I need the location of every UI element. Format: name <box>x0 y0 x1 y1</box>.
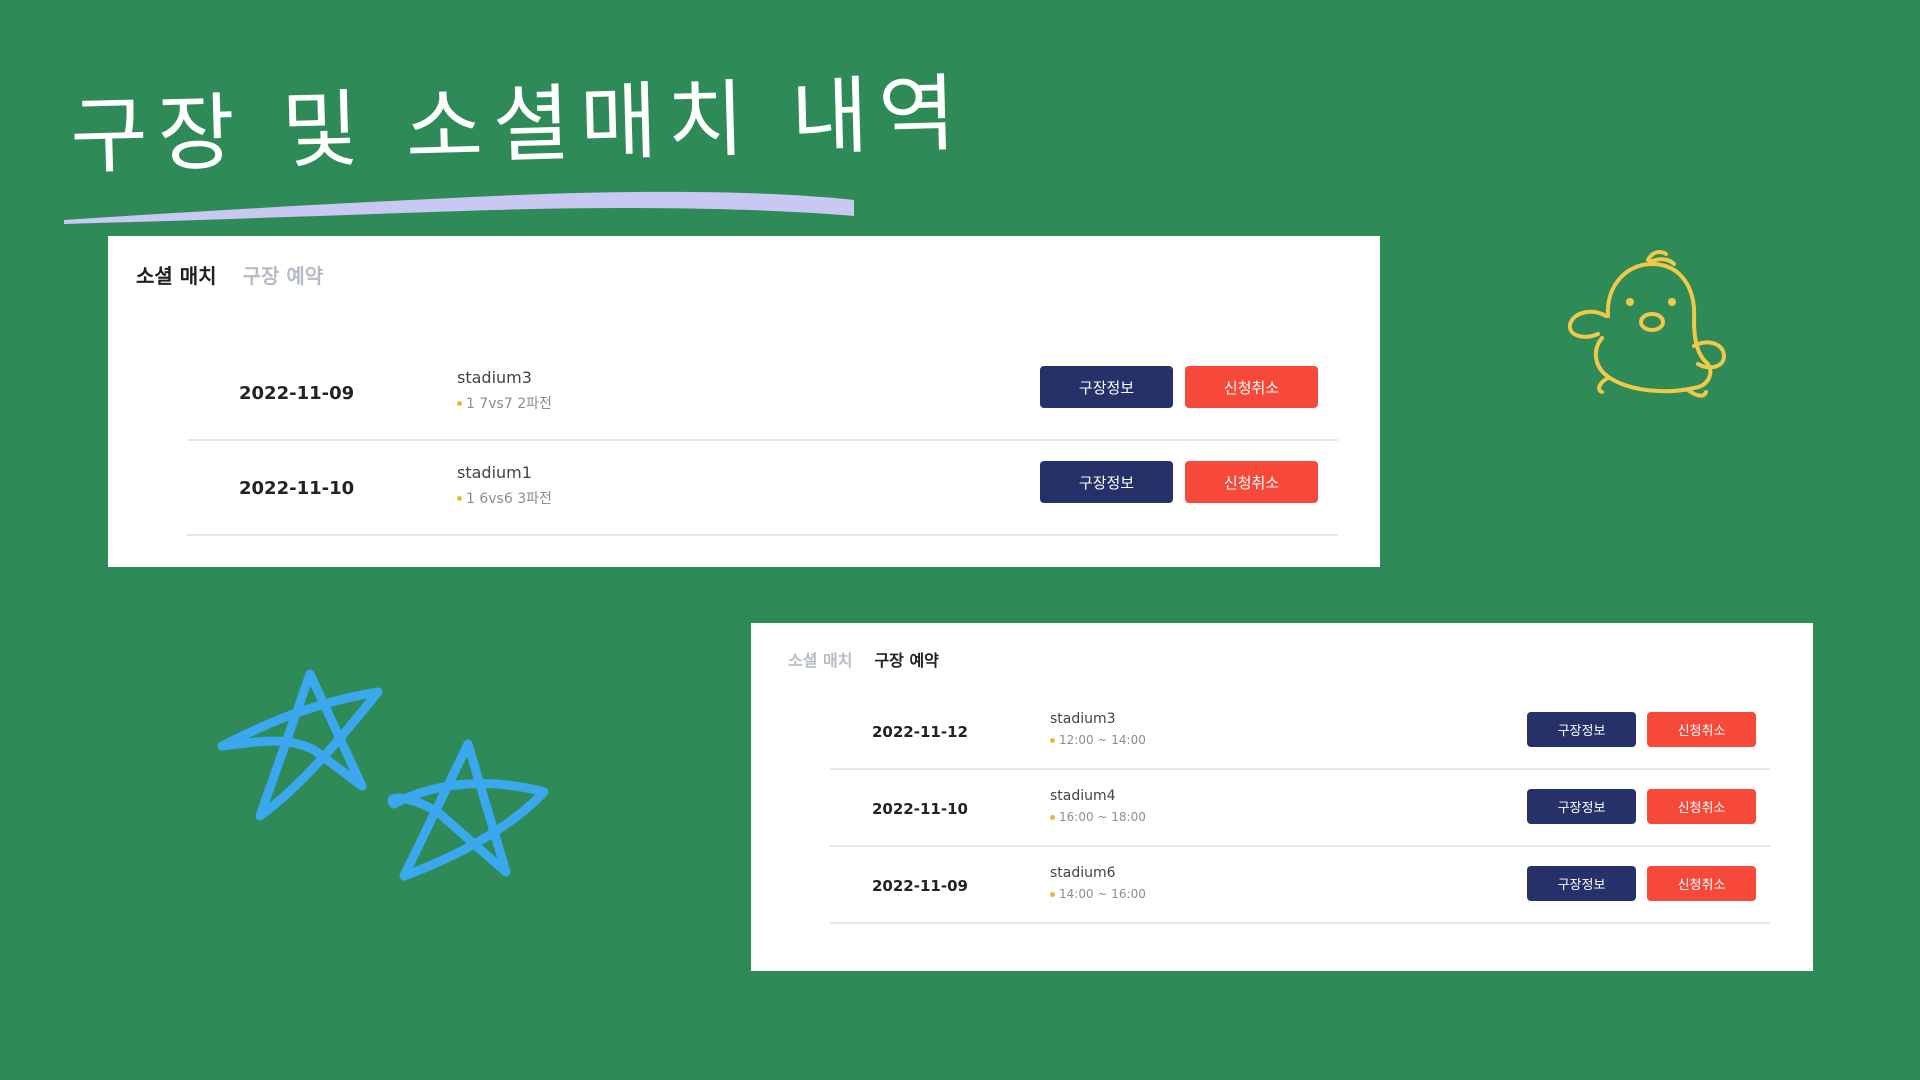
list-item: 2022-11-10 stadium1 1 6vs6 3파전 구장정보 신청취소 <box>187 441 1338 536</box>
field-info-button[interactable]: 구장정보 <box>1527 712 1636 747</box>
match-date: 2022-11-09 <box>239 383 355 404</box>
chick-doodle-icon <box>1567 250 1726 398</box>
reservation-info: stadium3 12:00 ~ 14:00 <box>1050 711 1146 747</box>
social-match-panel: 소셜 매치 구장 예약 2022-11-09 stadium3 1 7vs7 2… <box>108 236 1380 567</box>
time-slot-text: 12:00 ~ 14:00 <box>1059 733 1146 747</box>
bullet-dot-icon <box>457 400 462 406</box>
reservation-date: 2022-11-12 <box>872 723 968 741</box>
cancel-application-button[interactable]: 신청취소 <box>1185 461 1318 503</box>
venue-name: stadium3 <box>457 368 532 387</box>
match-info: stadium1 1 6vs6 3파전 <box>457 463 552 508</box>
time-slot: 12:00 ~ 14:00 <box>1050 733 1146 747</box>
row-actions: 구장정보 신청취소 <box>1527 712 1756 747</box>
field-info-button[interactable]: 구장정보 <box>1527 866 1636 901</box>
field-info-button[interactable]: 구장정보 <box>1040 461 1173 503</box>
tab-bar: 소셜 매치 구장 예약 <box>788 647 939 671</box>
time-slot: 14:00 ~ 16:00 <box>1050 887 1146 901</box>
reservation-info: stadium6 14:00 ~ 16:00 <box>1050 865 1146 901</box>
row-actions: 구장정보 신청취소 <box>1527 866 1756 901</box>
match-detail: 1 7vs7 2파전 <box>457 393 552 413</box>
row-actions: 구장정보 신청취소 <box>1040 366 1318 408</box>
field-info-button[interactable]: 구장정보 <box>1040 366 1173 408</box>
cancel-application-button[interactable]: 신청취소 <box>1185 366 1318 408</box>
cancel-application-button[interactable]: 신청취소 <box>1647 866 1756 901</box>
match-info: stadium3 1 7vs7 2파전 <box>457 368 552 413</box>
row-actions: 구장정보 신청취소 <box>1527 789 1756 824</box>
bullet-dot-icon <box>1050 737 1055 743</box>
time-slot-text: 14:00 ~ 16:00 <box>1059 887 1146 901</box>
bullet-dot-icon <box>1050 814 1055 820</box>
time-slot: 16:00 ~ 18:00 <box>1050 810 1146 824</box>
list-item: 2022-11-10 stadium4 16:00 ~ 18:00 구장정보 신… <box>830 770 1770 847</box>
venue-name: stadium4 <box>1050 788 1116 804</box>
reservation-info: stadium4 16:00 ~ 18:00 <box>1050 788 1146 824</box>
tab-field-reservation[interactable]: 구장 예약 <box>243 260 324 289</box>
field-info-button[interactable]: 구장정보 <box>1527 789 1636 824</box>
title-underline-stroke <box>64 191 854 224</box>
reservation-date: 2022-11-10 <box>872 800 968 818</box>
match-detail-text: 1 6vs6 3파전 <box>466 491 552 507</box>
cancel-application-button[interactable]: 신청취소 <box>1647 712 1756 747</box>
venue-name: stadium6 <box>1050 865 1116 881</box>
tab-bar: 소셜 매치 구장 예약 <box>136 260 323 289</box>
list-item: 2022-11-09 stadium3 1 7vs7 2파전 구장정보 신청취소 <box>187 346 1338 441</box>
reservation-list: 2022-11-12 stadium3 12:00 ~ 14:00 구장정보 신… <box>830 693 1770 924</box>
field-reservation-panel: 소셜 매치 구장 예약 2022-11-12 stadium3 12:00 ~ … <box>751 623 1813 971</box>
reservation-date: 2022-11-09 <box>872 877 968 895</box>
bullet-dot-icon <box>1050 891 1055 897</box>
row-actions: 구장정보 신청취소 <box>1040 461 1318 503</box>
venue-name: stadium1 <box>457 463 532 482</box>
bullet-dot-icon <box>457 495 462 501</box>
match-date: 2022-11-10 <box>239 478 355 499</box>
tab-social-match[interactable]: 소셜 매치 <box>136 260 217 289</box>
match-list: 2022-11-09 stadium3 1 7vs7 2파전 구장정보 신청취소… <box>187 346 1338 536</box>
list-item: 2022-11-09 stadium6 14:00 ~ 16:00 구장정보 신… <box>830 847 1770 924</box>
star-doodle-icon <box>217 669 549 881</box>
tab-field-reservation[interactable]: 구장 예약 <box>874 647 938 671</box>
slide-title: 구장 및 소셜매치 내역 <box>64 48 967 224</box>
list-item: 2022-11-12 stadium3 12:00 ~ 14:00 구장정보 신… <box>830 693 1770 770</box>
match-detail: 1 6vs6 3파전 <box>457 488 552 508</box>
time-slot-text: 16:00 ~ 18:00 <box>1059 810 1146 824</box>
tab-social-match[interactable]: 소셜 매치 <box>788 647 852 671</box>
venue-name: stadium3 <box>1050 711 1116 727</box>
cancel-application-button[interactable]: 신청취소 <box>1647 789 1756 824</box>
match-detail-text: 1 7vs7 2파전 <box>466 396 552 412</box>
